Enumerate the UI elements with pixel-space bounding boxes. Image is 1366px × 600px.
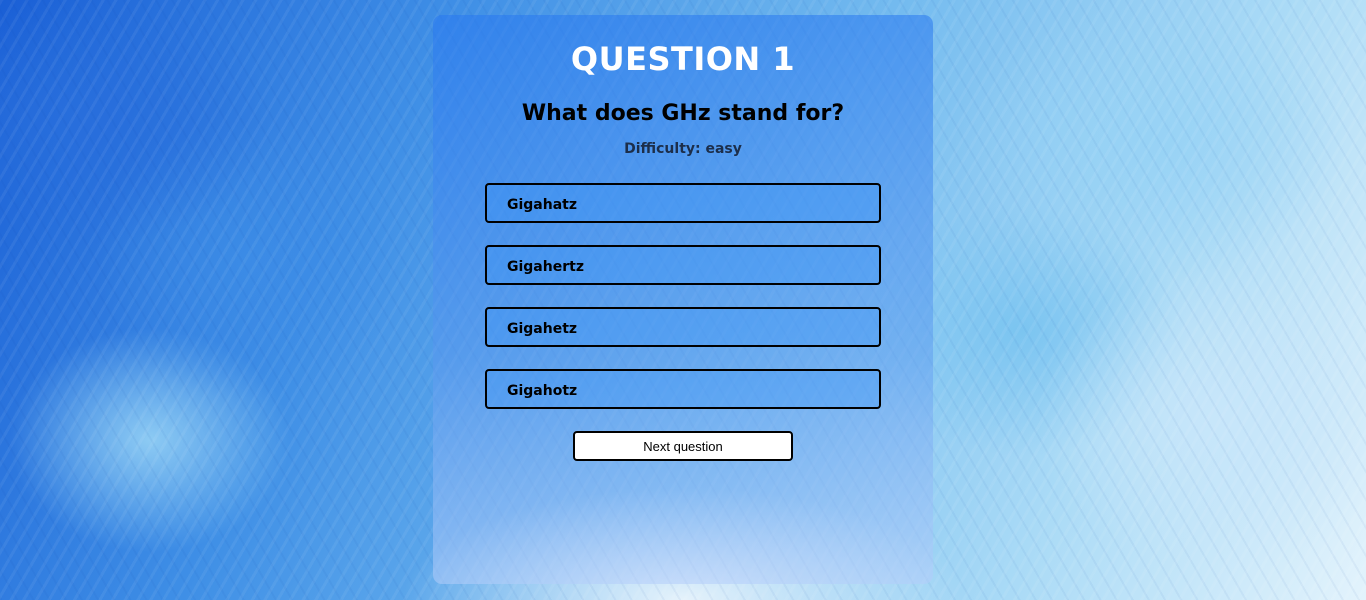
difficulty-indicator: Difficulty: easy <box>433 139 933 159</box>
quiz-card: QUESTION 1 What does GHz stand for? Diff… <box>433 15 933 584</box>
answer-option-1[interactable]: Gigahatz <box>485 183 881 223</box>
answer-option-4[interactable]: Gigahotz <box>485 369 881 409</box>
difficulty-label: Difficulty: <box>624 141 706 157</box>
answer-option-2[interactable]: Gigahertz <box>485 245 881 285</box>
next-question-button[interactable]: Next question <box>573 431 793 461</box>
question-text: What does GHz stand for? <box>521 101 845 126</box>
question-number: QUESTION 1 <box>570 40 796 78</box>
difficulty-value: easy <box>705 141 742 157</box>
answer-list: Gigahatz Gigahertz Gigahetz Gigahotz <box>485 183 881 431</box>
answer-option-3[interactable]: Gigahetz <box>485 307 881 347</box>
